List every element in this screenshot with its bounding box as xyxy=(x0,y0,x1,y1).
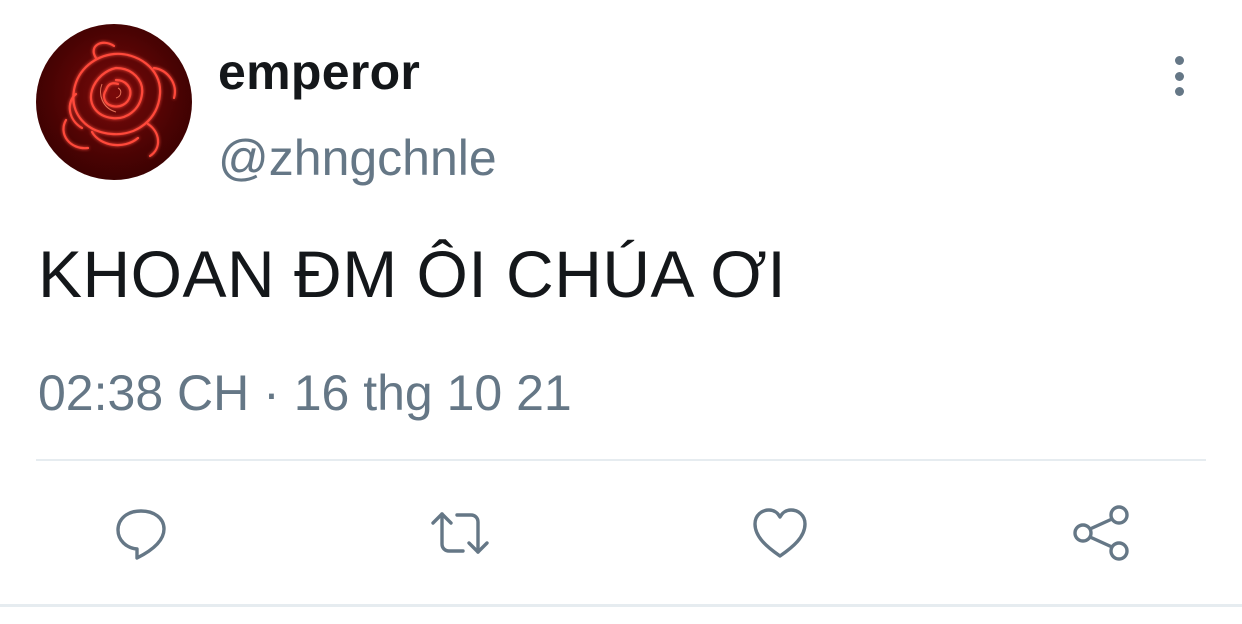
tweet-card: emperor @zhngchnle KHOAN ĐM ÔI CHÚA ƠI 0… xyxy=(0,0,1242,624)
like-button[interactable] xyxy=(745,498,815,568)
more-vertical-icon-dot xyxy=(1174,87,1184,96)
retweet-button[interactable] xyxy=(425,498,495,568)
retweet-icon xyxy=(431,512,489,554)
share-button[interactable] xyxy=(1066,498,1136,568)
user-handle[interactable]: @zhngchnle xyxy=(218,126,497,190)
tweet-time: 02:38 CH xyxy=(38,365,250,421)
tweet-text: KHOAN ĐM ÔI CHÚA ƠI xyxy=(38,237,787,311)
more-options-button[interactable] xyxy=(1160,52,1198,100)
meta-separator: · xyxy=(263,365,280,421)
display-name[interactable]: emperor xyxy=(218,38,420,106)
reply-button[interactable] xyxy=(106,498,176,568)
tweet-date: 16 thg 10 21 xyxy=(293,365,572,421)
divider xyxy=(36,459,1206,461)
more-vertical-icon-dot xyxy=(1174,71,1184,81)
heart-icon xyxy=(753,508,807,558)
share-icon xyxy=(1073,505,1129,561)
more-vertical-icon xyxy=(1174,56,1184,65)
neon-rose-icon xyxy=(62,41,176,158)
reply-icon xyxy=(116,509,166,560)
bottom-divider xyxy=(0,604,1242,607)
avatar[interactable] xyxy=(36,24,192,180)
tweet-timestamp[interactable]: 02:38 CH · 16 thg 10 21 xyxy=(38,362,572,424)
